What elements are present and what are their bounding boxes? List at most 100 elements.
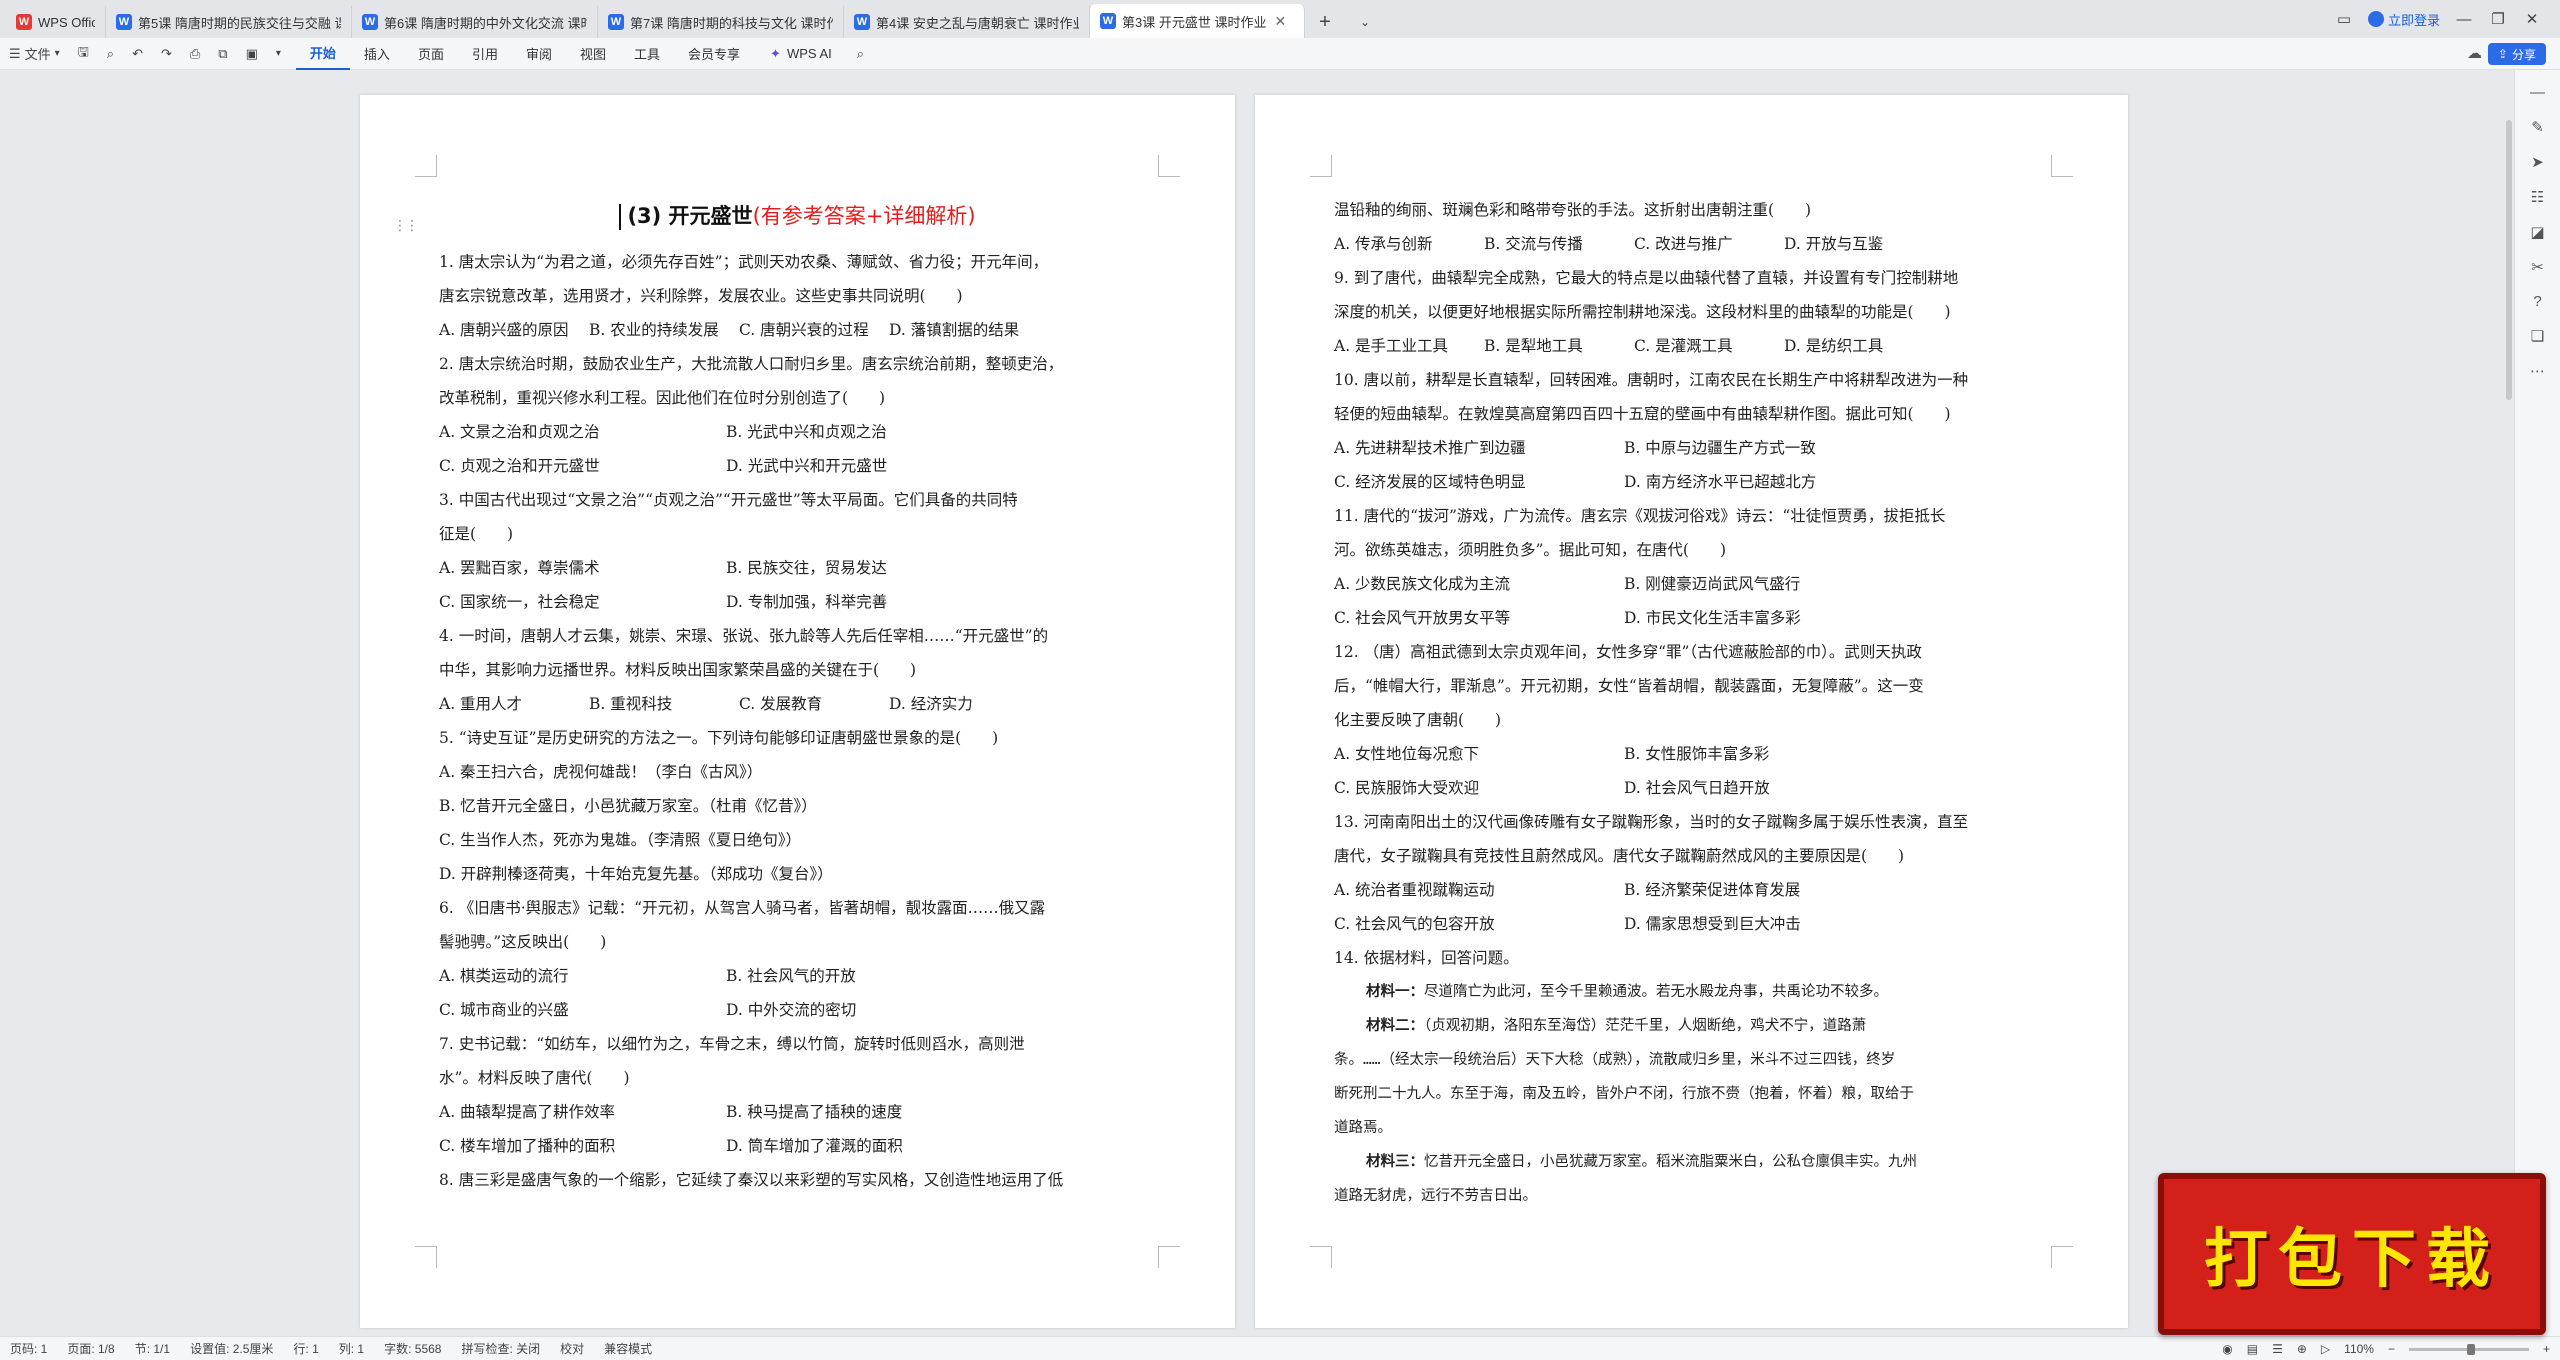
ribbon-tab[interactable]: 会员专享 [674,38,754,70]
new-tab-button[interactable]: + [1305,6,1345,38]
answer-option: C. 国家统一，社会稳定 [439,593,600,611]
tab-label: 第5课 隋唐时期的民族交往与交融 课 [138,15,341,31]
question-line: 10. 唐以前，耕犁是长直辕犁，回转困难。唐朝时，江南农民在长期生产中将耕犁改进… [1334,371,1969,389]
restore-icon[interactable]: ❐ [2488,10,2508,28]
pen-icon[interactable]: ✎ [2531,118,2544,136]
cloud-sync-icon[interactable]: ☁ [2467,44,2482,62]
export-pdf-icon[interactable]: ⧉ [209,38,236,70]
answer-option: D. 开放与互鉴 [1784,235,1884,253]
gift-icon[interactable]: ❏ [2531,327,2544,345]
answer-option: B. 农业的持续发展 [589,321,719,339]
spell-check-toggle[interactable]: 拼写检查: 关闭 [451,1340,550,1357]
web-view-icon[interactable]: ⊕ [2297,1342,2307,1356]
close-window-icon[interactable]: ✕ [2522,10,2542,28]
tab-label: 第6课 隋唐时期的中外文化交流 课时 [384,15,587,31]
material-text: 条。……（经太宗一段统治后）天下大稔（成熟），流散咸归乡里，米斗不过三四钱，终岁 [1334,1052,1896,1068]
status-row[interactable]: 行: 1 [283,1340,328,1357]
status-setting[interactable]: 设置值: 2.5厘米 [180,1340,283,1357]
document-tab[interactable]: W 第4课 安史之乱与唐朝衰亡 课时作业 [844,6,1090,38]
redo-icon[interactable]: ↷ [152,38,181,70]
ribbon-tab[interactable]: 页面 [404,38,458,70]
outline-view-icon[interactable]: ☰ [2272,1342,2283,1356]
answer-options: A. 传承与创新 B. 交流与传播 C. 改进与推广 D. 开放与互鉴 [1334,227,2044,261]
print-icon[interactable]: ⎙ [181,38,209,70]
zoom-out-icon[interactable]: − [2388,1342,2395,1356]
status-col[interactable]: 列: 1 [329,1340,374,1357]
answer-option: C. 楼车增加了播种的面积 [439,1137,616,1155]
search-icon[interactable]: ⌕ [848,38,873,70]
page-view-icon[interactable]: ▤ [2247,1342,2258,1356]
more-chevron-icon[interactable]: ▾ [267,38,290,70]
answer-option: C. 贞观之治和开元盛世 [439,457,600,475]
wps-ai-button[interactable]: ✦ WPS AI [754,46,848,62]
image-icon[interactable]: ▣ [237,38,267,70]
answer-option: C. 民族服饰大受欢迎 [1334,779,1480,797]
document-page-2[interactable]: 温铅釉的绚丽、斑斓色彩和略带夸张的手法。这折射出唐朝注重( ) A. 传承与创新 B… [1255,95,2128,1328]
zoom-label[interactable]: 110% [2344,1342,2374,1356]
answer-option: B. 交流与传播 [1484,235,1583,253]
format-painter-icon[interactable]: ⌕ [98,38,123,70]
save-icon[interactable]: 🖫 [69,38,98,70]
zoom-slider-knob[interactable] [2466,1343,2475,1355]
answer-option: A. 棋类运动的流行 [439,967,569,985]
collapse-icon[interactable]: — [2530,84,2545,101]
page-1-body[interactable]: 1. 唐太宗认为“为君之道，必须先存百姓”；武则天劝农桑、薄赋敛、省力役；开元年… [439,245,1147,1197]
vertical-scrollbar[interactable] [2506,120,2512,400]
answer-option: D. 是纺织工具 [1784,337,1884,355]
question-line: 髻驰骋。”这反映出( ) [439,933,607,951]
style-icon[interactable]: ◪ [2530,223,2544,241]
answer-options: A. 唐朝兴盛的原因 B. 农业的持续发展 C. 唐朝兴衰的过程 D. 藩镇割据的结果 [439,313,1147,347]
status-word-count[interactable]: 字数: 5568 [374,1340,451,1357]
ribbon-tab[interactable]: 审阅 [512,38,566,70]
status-pages[interactable]: 页面: 1/8 [57,1340,124,1357]
question-line: 9. 到了唐代，曲辕犁完全成熟，它最大的特点是以曲辕代替了直辕，并设置有专门控制… [1334,269,1959,287]
share-button[interactable]: ⇪ 分享 [2487,43,2546,65]
minimize-icon[interactable]: — [2454,11,2474,28]
document-workspace[interactable]: ⋮⋮ (3) 开元盛世(有参考答案+详细解析) 1. 唐太宗认为“为君之道，必须… [0,70,2510,1336]
ribbon-tab[interactable]: 工具 [620,38,674,70]
answer-option: D. 经济实力 [889,695,973,713]
ribbon-tab[interactable]: 开始 [295,38,350,70]
crop-mark [1310,155,1332,177]
ribbon-tab[interactable]: 插入 [350,38,404,70]
answer-option: D. 藩镇割据的结果 [889,321,1020,339]
document-tab[interactable]: W WPS Office [6,6,106,38]
file-menu[interactable]: ☰ 文件 ▾ [0,38,69,70]
answer-option: D. 专制加强，科举完善 [726,593,888,611]
ribbon-tab[interactable]: 视图 [566,38,620,70]
status-section[interactable]: 节: 1/1 [125,1340,180,1357]
document-tab[interactable]: W 第3课 开元盛世 课时作业 ✕ [1090,4,1305,38]
crop-mark [2051,155,2073,177]
answer-option: B. 是犁地工具 [1484,337,1583,355]
question-line: 后，“帷帽大行，罪渐息”。开元初期，女性“皆着胡帽，靓装露面，无复障蔽”。这一变 [1334,677,1924,695]
help-icon[interactable]: ? [2533,293,2541,310]
answer-option: C. 经济发展的区域特色明显 [1334,473,1526,491]
download-package-badge[interactable]: 打包下载 [2158,1173,2546,1335]
window-layout-icon[interactable]: ▭ [2334,10,2354,28]
tools-icon[interactable]: ✂ [2531,258,2544,276]
zoom-in-icon[interactable]: + [2543,1342,2550,1356]
page-2-body[interactable]: 温铅釉的绚丽、斑斓色彩和略带夸张的手法。这折射出唐朝注重( ) A. 传承与创新 B… [1334,193,2044,1213]
ribbon-tab[interactable]: 引用 [458,38,512,70]
status-page-number[interactable]: 页码: 1 [0,1340,57,1357]
zoom-slider[interactable] [2408,1343,2529,1355]
crop-mark [415,1246,437,1268]
more-icon[interactable]: ⋯ [2530,362,2545,380]
answer-option: C. 改进与推广 [1634,235,1733,253]
play-icon[interactable]: ▷ [2321,1342,2330,1356]
document-tab[interactable]: W 第6课 隋唐时期的中外文化交流 课时 [352,6,598,38]
answer-option: A. 女性地位每况愈下 [1334,745,1480,763]
adjust-icon[interactable]: ☷ [2531,188,2544,206]
document-page-1[interactable]: ⋮⋮ (3) 开元盛世(有参考答案+详细解析) 1. 唐太宗认为“为君之道，必须… [360,95,1235,1328]
close-tab-icon[interactable]: ✕ [1274,13,1286,30]
select-arrow-icon[interactable]: ➤ [2531,153,2544,171]
undo-icon[interactable]: ↶ [123,38,152,70]
document-tab[interactable]: W 第5课 隋唐时期的民族交往与交融 课 [106,6,352,38]
answer-option: C. 发展教育 [739,695,823,713]
tab-list-chevron-icon[interactable]: ⌄ [1345,6,1385,38]
login-button[interactable]: 立即登录 [2367,10,2440,29]
proofread-button[interactable]: 校对 [550,1340,594,1357]
question-line: 6. 《旧唐书·舆服志》记载：“开元初，从驾宫人骑马者，皆著胡帽，靓妆露面……俄… [439,899,1046,917]
document-tab[interactable]: W 第7课 隋唐时期的科技与文化 课时作 [598,6,844,38]
eye-protect-icon[interactable]: ◉ [2222,1342,2232,1356]
